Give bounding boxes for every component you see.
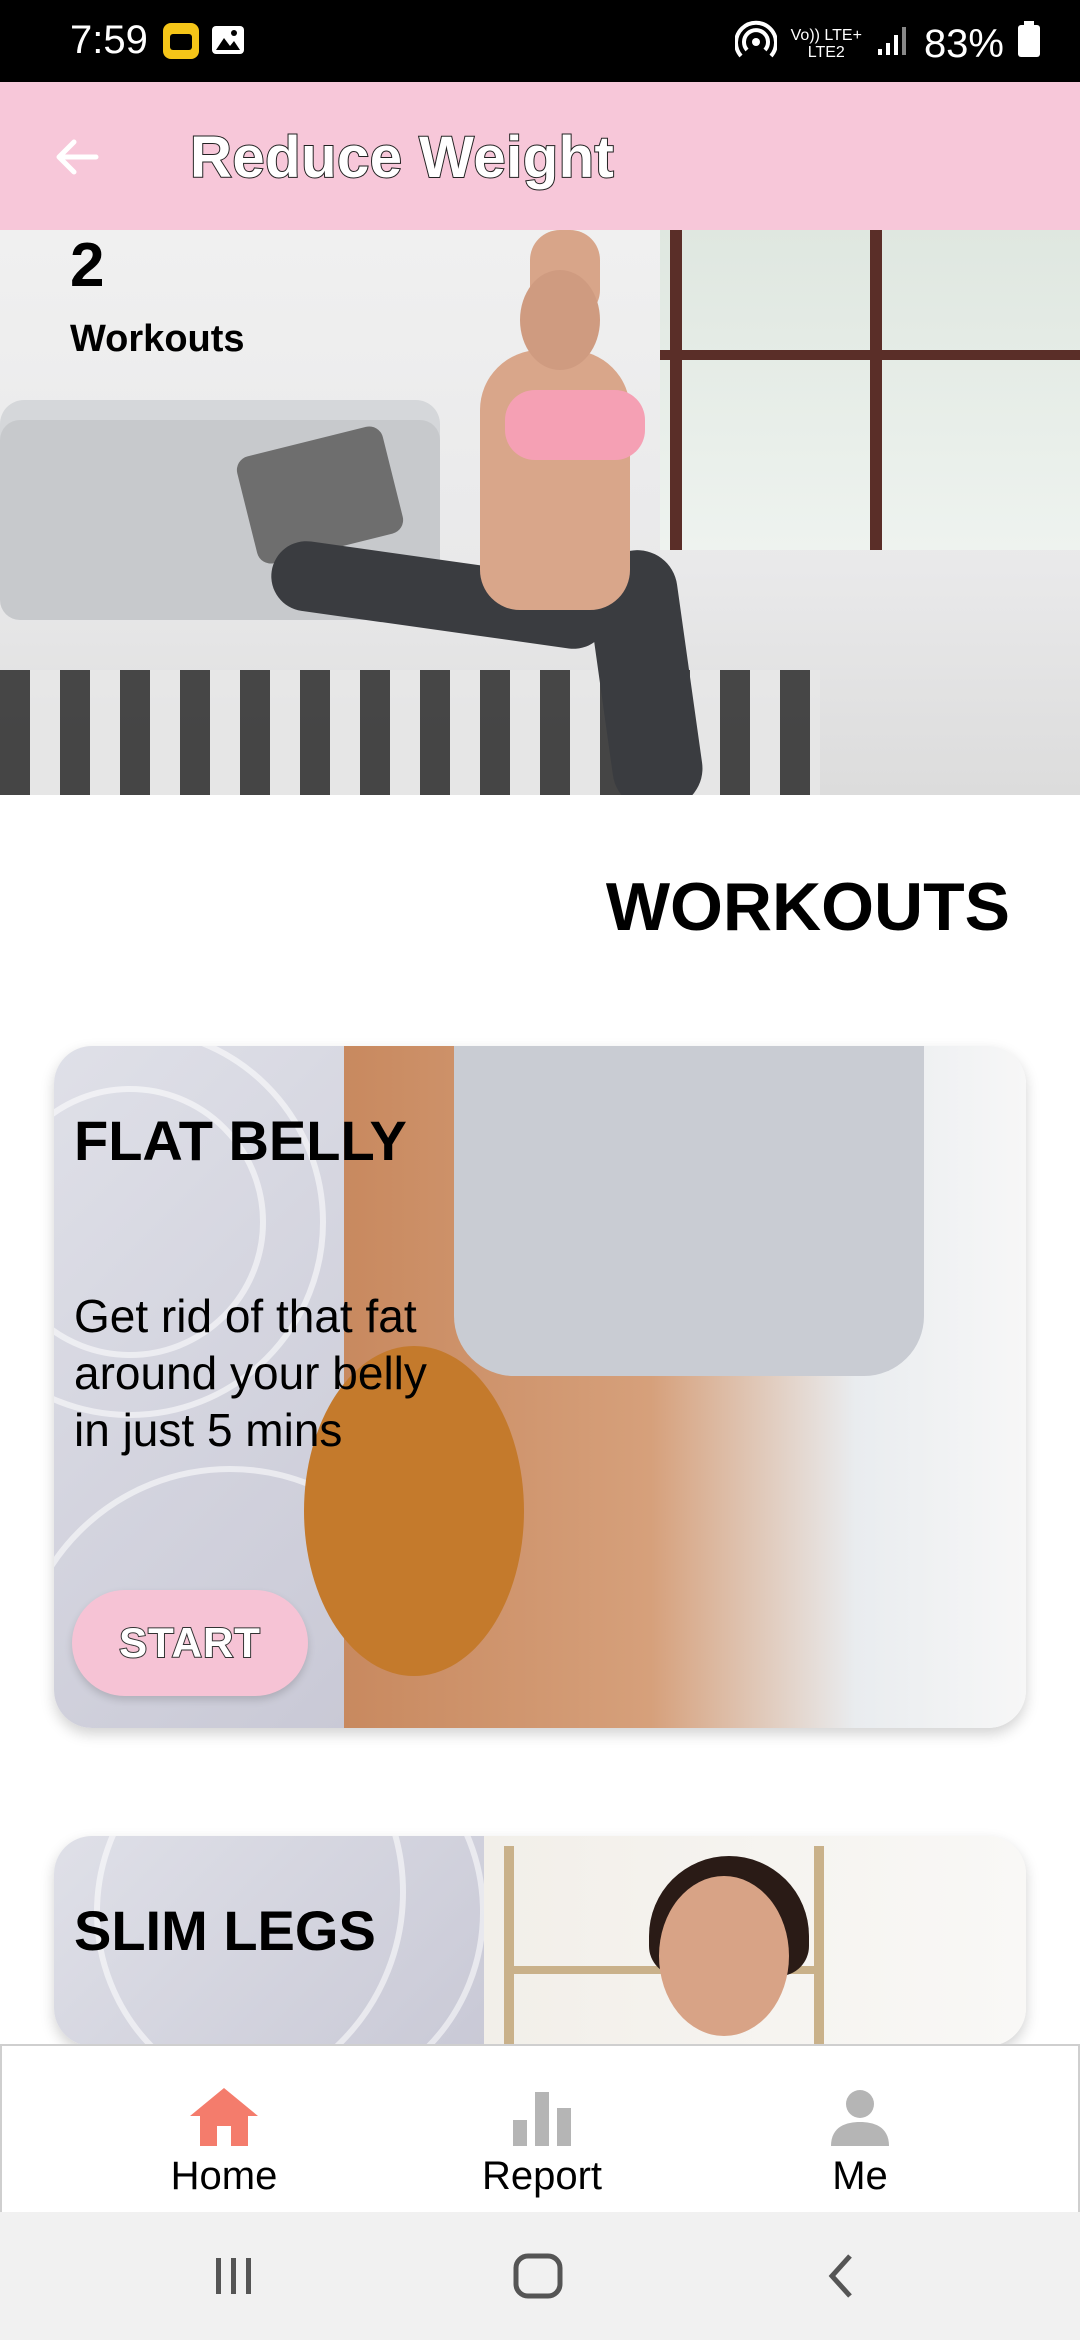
network-sim-label: LTE2	[807, 44, 845, 61]
hero-banner: 2 Workouts	[0, 230, 1080, 795]
home-icon	[190, 2088, 258, 2146]
section-title: WORKOUTS	[605, 869, 1010, 945]
athlete-image	[520, 270, 600, 370]
back-system-button[interactable]	[818, 2252, 866, 2305]
bottom-navigation: Home Report Me	[0, 2044, 1080, 2214]
workout-card-slim-legs[interactable]: SLIM LEGS	[54, 1836, 1026, 2046]
workout-count: 2	[70, 231, 105, 300]
status-time: 7:59	[70, 18, 148, 62]
notification-app-icon	[162, 22, 200, 65]
page-title: Reduce Weight	[189, 124, 615, 191]
person-icon	[831, 2090, 889, 2146]
signal-icon	[876, 22, 910, 67]
slim-legs-image	[484, 1836, 1026, 2046]
nav-me-label: Me	[832, 2154, 888, 2198]
chevron-left-icon	[828, 2254, 852, 2298]
workout-title: FLAT BELLY	[74, 1109, 407, 1172]
window-decoration	[660, 230, 1080, 550]
back-button[interactable]	[40, 120, 114, 194]
start-button-label: START	[118, 1618, 261, 1667]
network-type-label: Vo)) LTE+	[790, 27, 862, 44]
gallery-icon	[210, 22, 246, 63]
nav-home-label: Home	[170, 2154, 278, 2198]
hotspot-icon	[733, 18, 778, 70]
workout-description: Get rid of that fat around your belly in…	[74, 1290, 427, 1456]
battery-percent: 83%	[923, 21, 1004, 66]
workout-count-label: Workouts	[70, 318, 245, 360]
nav-me[interactable]: Me	[710, 2046, 1010, 2212]
status-bar: 7:59 Vo)) LTE+ LTE2 83%	[0, 0, 1080, 82]
home-system-button[interactable]	[512, 2252, 564, 2305]
nav-report[interactable]: Report	[392, 2046, 692, 2212]
nav-report-label: Report	[481, 2154, 603, 2198]
bar-chart-icon	[513, 2092, 571, 2146]
nav-home[interactable]: Home	[74, 2046, 374, 2212]
battery-icon	[1018, 21, 1040, 67]
recent-apps-icon	[216, 2258, 251, 2294]
home-circle-icon	[513, 2253, 563, 2299]
workout-card-flat-belly[interactable]: FLAT BELLY Get rid of that fat around yo…	[54, 1046, 1026, 1728]
recent-apps-button[interactable]	[210, 2252, 258, 2305]
arrow-left-icon	[56, 139, 99, 175]
start-button[interactable]: START	[72, 1590, 308, 1696]
app-bar: Reduce Weight	[0, 82, 1080, 230]
workout-title: SLIM LEGS	[74, 1899, 376, 1962]
system-navigation-bar	[0, 2212, 1080, 2340]
